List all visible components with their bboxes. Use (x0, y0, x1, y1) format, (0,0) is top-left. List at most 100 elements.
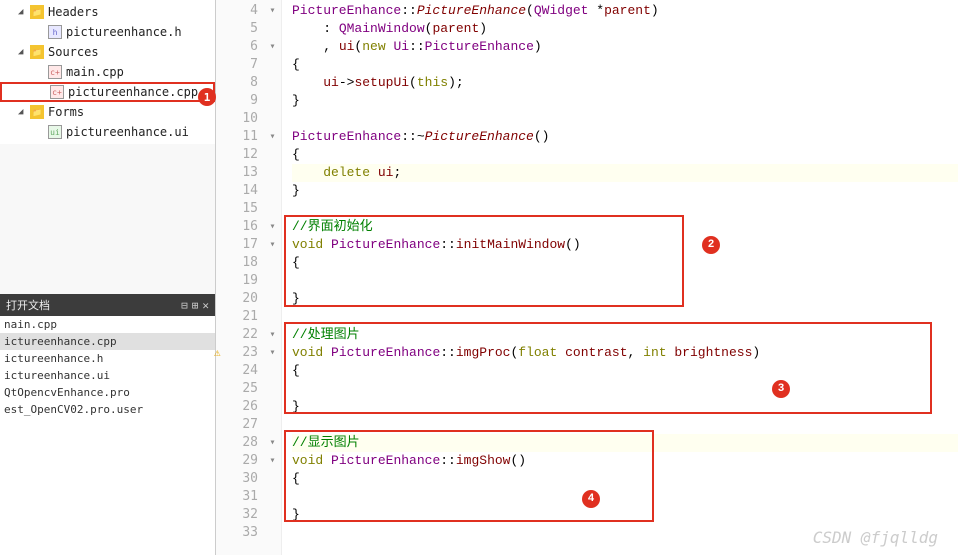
code-line[interactable]: //处理图片 (292, 326, 958, 344)
fold-column: ▾▾▾▾▾▾▾▾▾ (264, 0, 282, 555)
line-number: 22 (216, 326, 258, 344)
open-doc-item[interactable]: nain.cpp (0, 316, 215, 333)
tree-label: pictureenhance.ui (66, 125, 189, 139)
code-line[interactable]: } (292, 182, 958, 200)
open-doc-item[interactable]: ictureenhance.h (0, 350, 215, 367)
tree-item-Forms[interactable]: ◢📁Forms (0, 102, 215, 122)
fold-marker[interactable]: ▾ (264, 2, 281, 20)
ui-file-icon: ui (48, 125, 62, 139)
fold-marker (264, 92, 281, 110)
code-line[interactable] (292, 380, 958, 398)
code-line[interactable]: ui->setupUi(this); (292, 74, 958, 92)
line-number: 17 (216, 236, 258, 254)
code-line[interactable]: , ui(new Ui::PictureEnhance) (292, 38, 958, 56)
code-line[interactable]: PictureEnhance::~PictureEnhance() (292, 128, 958, 146)
tree-item-pictureenhance-ui[interactable]: ui pictureenhance.ui (0, 122, 215, 142)
code-line[interactable]: { (292, 254, 958, 272)
code-line[interactable]: //显示图片 (292, 434, 958, 452)
line-number: 33 (216, 524, 258, 542)
line-number: 6 (216, 38, 258, 56)
fold-marker (264, 470, 281, 488)
fold-marker (264, 380, 281, 398)
code-line[interactable] (292, 416, 958, 434)
code-line[interactable]: } (292, 290, 958, 308)
line-number: 32 (216, 506, 258, 524)
fold-marker[interactable]: ▾ (264, 218, 281, 236)
expand-arrow-icon[interactable]: ◢ (18, 47, 28, 57)
tree-item-pictureenhance-cpp[interactable]: c+pictureenhance.cpp (0, 82, 215, 102)
line-number: 20 (216, 290, 258, 308)
expand-arrow-icon[interactable]: ◢ (18, 7, 28, 17)
line-number: 5 (216, 20, 258, 38)
line-number: 9 (216, 92, 258, 110)
code-editor[interactable]: 45678910111213141516171819202122⚠2324252… (216, 0, 958, 555)
code-line[interactable] (292, 524, 958, 542)
code-line[interactable]: : QMainWindow(parent) (292, 20, 958, 38)
tree-item-pictureenhance-h[interactable]: hpictureenhance.h (0, 22, 215, 42)
open-docs-list: nain.cppictureenhance.cppictureenhance.h… (0, 316, 215, 555)
fold-marker (264, 272, 281, 290)
line-number: 4 (216, 2, 258, 20)
line-number: 28 (216, 434, 258, 452)
line-number: 29 (216, 452, 258, 470)
code-line[interactable]: //界面初始化 (292, 218, 958, 236)
fold-marker[interactable]: ▾ (264, 38, 281, 56)
fold-marker (264, 290, 281, 308)
open-docs-header: 打开文档 ⊟ ⊞ ✕ (0, 294, 215, 316)
fold-marker[interactable]: ▾ (264, 434, 281, 452)
code-line[interactable]: { (292, 362, 958, 380)
expand-arrow-icon[interactable]: ◢ (18, 107, 28, 117)
open-doc-item[interactable]: ictureenhance.ui (0, 367, 215, 384)
code-area[interactable]: 2 3 4 PictureEnhance::PictureEnhance(QWi… (282, 0, 958, 555)
tree-item-Headers[interactable]: ◢📁Headers (0, 2, 215, 22)
open-doc-item[interactable]: est_OpenCV02.pro.user (0, 401, 215, 418)
code-line[interactable] (292, 272, 958, 290)
code-line[interactable]: void PictureEnhance::initMainWindow() (292, 236, 958, 254)
code-line[interactable]: { (292, 470, 958, 488)
open-doc-item[interactable]: QtOpencvEnhance.pro (0, 384, 215, 401)
code-line[interactable]: { (292, 56, 958, 74)
code-line[interactable] (292, 308, 958, 326)
code-line[interactable] (292, 110, 958, 128)
code-line[interactable]: } (292, 398, 958, 416)
project-sidebar: ◢📁Headershpictureenhance.h◢📁Sourcesc+mai… (0, 0, 216, 555)
fold-marker[interactable]: ▾ (264, 236, 281, 254)
line-number: 18 (216, 254, 258, 272)
fold-marker (264, 164, 281, 182)
tree-item-Sources[interactable]: ◢📁Sources (0, 42, 215, 62)
code-line[interactable]: { (292, 146, 958, 164)
line-number: 31 (216, 488, 258, 506)
add-icon[interactable]: ⊞ (192, 299, 199, 312)
fold-marker[interactable]: ▾ (264, 326, 281, 344)
fold-marker (264, 20, 281, 38)
line-number: 27 (216, 416, 258, 434)
close-icon[interactable]: ✕ (202, 299, 209, 312)
line-number: 21 (216, 308, 258, 326)
line-number: 7 (216, 56, 258, 74)
fold-marker[interactable]: ▾ (264, 128, 281, 146)
code-line[interactable]: PictureEnhance::PictureEnhance(QWidget *… (292, 2, 958, 20)
code-line[interactable] (292, 200, 958, 218)
fold-marker (264, 416, 281, 434)
tree-item-main-cpp[interactable]: c+main.cpp (0, 62, 215, 82)
line-number: 8 (216, 74, 258, 92)
code-line[interactable]: void PictureEnhance::imgShow() (292, 452, 958, 470)
code-line[interactable]: } (292, 506, 958, 524)
open-doc-item[interactable]: ictureenhance.cpp (0, 333, 215, 350)
fold-marker[interactable]: ▾ (264, 344, 281, 362)
split-icon[interactable]: ⊟ (181, 299, 188, 312)
code-line[interactable]: void PictureEnhance::imgProc(float contr… (292, 344, 958, 362)
tree-label: pictureenhance.cpp (68, 85, 198, 99)
tree-label: Headers (48, 5, 99, 19)
code-line[interactable] (292, 488, 958, 506)
line-number: 16 (216, 218, 258, 236)
line-number: 12 (216, 146, 258, 164)
fold-marker[interactable]: ▾ (264, 452, 281, 470)
code-line[interactable]: delete ui; (292, 164, 958, 182)
line-number: 19 (216, 272, 258, 290)
fold-marker (264, 524, 281, 542)
code-line[interactable]: } (292, 92, 958, 110)
line-number: 15 (216, 200, 258, 218)
project-tree: ◢📁Headershpictureenhance.h◢📁Sourcesc+mai… (0, 0, 215, 144)
fold-marker (264, 110, 281, 128)
